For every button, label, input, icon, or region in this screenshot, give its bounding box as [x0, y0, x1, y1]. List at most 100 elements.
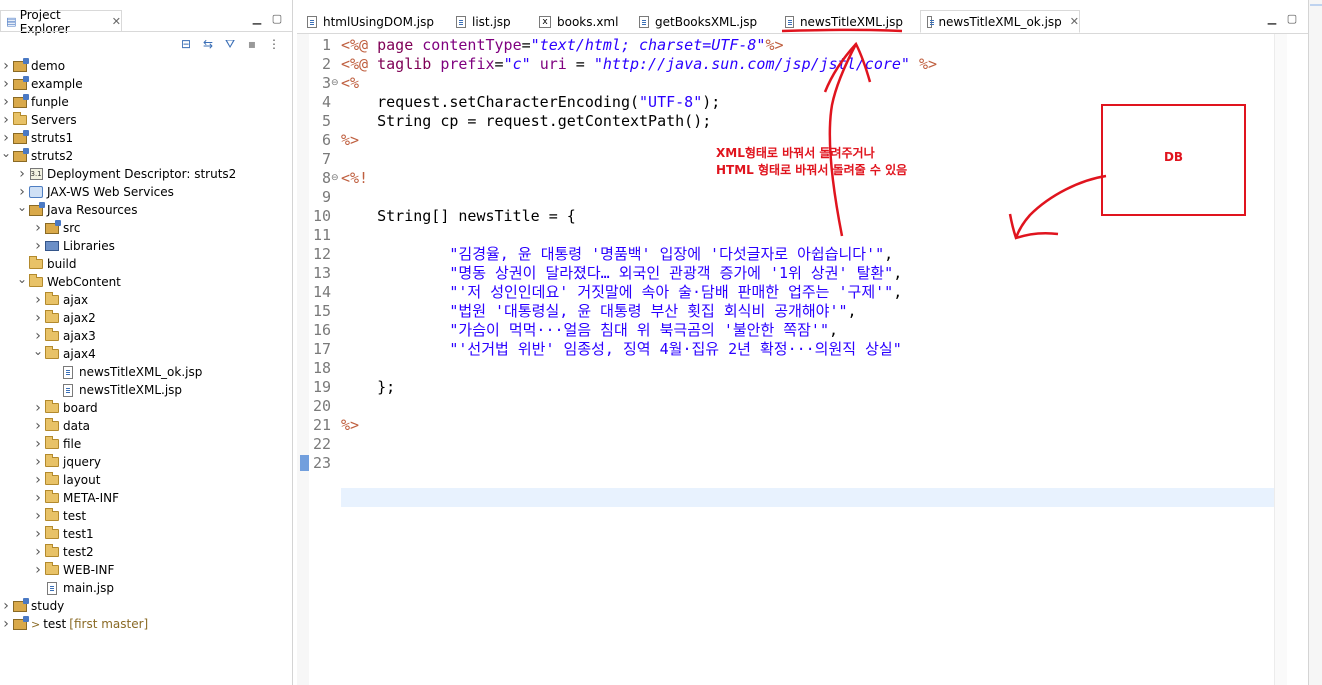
chevron-right-icon[interactable]: › — [0, 598, 12, 614]
tree-item[interactable]: › ajax — [0, 291, 292, 309]
editor-tab[interactable]: newsTitleXML.jsp — [779, 10, 903, 33]
tree-item[interactable]: › META-INF — [0, 489, 292, 507]
tree-item[interactable]: › WEB-INF — [0, 561, 292, 579]
tree-item-label: board — [63, 401, 98, 415]
view-tab-underline — [0, 31, 292, 32]
code-editor[interactable]: <%@ page contentType="text/html; charset… — [341, 34, 1274, 685]
tree-item[interactable]: ⌄ ajax4 — [0, 345, 292, 363]
editor-overview-ruler[interactable] — [1274, 34, 1287, 685]
tree-item[interactable]: › funple — [0, 93, 292, 111]
chevron-down-icon[interactable]: ⌄ — [16, 273, 28, 285]
chevron-right-icon[interactable]: › — [0, 130, 12, 146]
editor-tab[interactable]: htmlUsingDOM.jsp — [301, 10, 441, 33]
tree-item[interactable]: › data — [0, 417, 292, 435]
chevron-right-icon[interactable]: › — [32, 526, 44, 542]
tree-item-label: struts1 — [31, 131, 74, 145]
editor-tab[interactable]: getBooksXML.jsp — [633, 10, 767, 33]
tree-item[interactable]: newsTitleXML_ok.jsp — [0, 363, 292, 381]
tree-item-label: test — [63, 509, 87, 523]
tree-item[interactable]: › ajax2 — [0, 309, 292, 327]
chevron-down-icon[interactable]: ⌄ — [32, 345, 44, 357]
tree-item[interactable]: › demo — [0, 57, 292, 75]
chevron-right-icon[interactable]: › — [32, 436, 44, 452]
tree-item[interactable]: › src — [0, 219, 292, 237]
tree-item[interactable]: › Servers — [0, 111, 292, 129]
chevron-right-icon[interactable]: › — [32, 328, 44, 344]
view-menu-icon[interactable]: ⋮ — [266, 36, 282, 52]
tree-item-label: Deployment Descriptor: struts2 — [47, 167, 237, 181]
close-icon[interactable]: ✕ — [112, 15, 121, 29]
editor-maximize-icon[interactable]: ▢ — [1285, 12, 1299, 26]
collapse-all-icon[interactable]: ⊟ — [178, 36, 194, 52]
editor-tab[interactable]: list.jsp — [450, 10, 522, 33]
libraries-icon — [44, 239, 60, 253]
editor-tab[interactable]: newsTitleXML_ok.jsp ✕ — [920, 10, 1080, 33]
chevron-right-icon[interactable]: › — [0, 76, 12, 92]
tree-item[interactable]: › test2 — [0, 543, 292, 561]
tree-item[interactable]: › layout — [0, 471, 292, 489]
chevron-right-icon[interactable]: › — [32, 418, 44, 434]
code-line: String[] newsTitle = { — [341, 207, 576, 226]
chevron-right-icon[interactable]: › — [0, 58, 12, 74]
maximize-icon[interactable]: ▢ — [270, 12, 284, 26]
chevron-down-icon[interactable]: ⌄ — [0, 147, 12, 159]
tree-item[interactable]: › 3.1 Deployment Descriptor: struts2 — [0, 165, 292, 183]
chevron-right-icon[interactable]: › — [32, 472, 44, 488]
chevron-right-icon[interactable]: › — [32, 454, 44, 470]
git-dirty-marker: > — [31, 617, 41, 631]
chevron-right-icon[interactable]: › — [32, 508, 44, 524]
tree-item[interactable]: newsTitleXML.jsp — [0, 381, 292, 399]
fold-collapse-icon[interactable]: ⊖ — [331, 169, 339, 188]
tree-item[interactable]: ⌄ struts2 — [0, 147, 292, 165]
tree-item[interactable]: ⌄ Java Resources — [0, 201, 292, 219]
code-token: ); — [702, 93, 721, 111]
tree-item[interactable]: › ajax3 — [0, 327, 292, 345]
close-tab-icon[interactable]: ✕ — [1070, 15, 1079, 28]
chevron-right-icon[interactable]: › — [0, 94, 12, 110]
chevron-right-icon[interactable]: › — [32, 490, 44, 506]
tree-item-label: ajax — [63, 293, 89, 307]
chevron-right-icon[interactable]: › — [32, 238, 44, 254]
tree-item[interactable]: › example — [0, 75, 292, 93]
project-explorer-tab[interactable]: ▤ Project Explorer ✕ — [0, 8, 122, 36]
folder-icon — [12, 112, 28, 127]
chevron-right-icon[interactable]: › — [32, 562, 44, 578]
editor-tab[interactable]: x books.xml — [533, 10, 621, 33]
tree-item[interactable]: › struts1 — [0, 129, 292, 147]
code-token: request.setCharacterEncoding( — [341, 93, 640, 111]
tree-item[interactable]: › test — [0, 507, 292, 525]
chevron-right-icon[interactable]: › — [16, 184, 28, 200]
chevron-right-icon[interactable]: › — [0, 112, 12, 128]
tree-item[interactable]: › board — [0, 399, 292, 417]
editor-minimize-icon[interactable]: ▁ — [1265, 12, 1279, 26]
tree-item[interactable]: › test1 — [0, 525, 292, 543]
filter-icon[interactable]: ⛛ — [222, 36, 238, 52]
tree-item[interactable]: › study — [0, 597, 292, 615]
chevron-down-icon[interactable]: ⌄ — [16, 201, 28, 213]
chevron-right-icon[interactable]: › — [16, 166, 28, 182]
chevron-right-icon[interactable]: › — [0, 616, 12, 632]
chevron-right-icon[interactable]: › — [32, 310, 44, 326]
tree-item[interactable]: › file — [0, 435, 292, 453]
folder-icon-shape — [45, 346, 59, 359]
fold-collapse-icon[interactable]: ⊖ — [331, 74, 339, 93]
link-with-editor-icon[interactable]: ⇆ — [200, 36, 216, 52]
project-icon-shape — [13, 147, 29, 162]
tree-item[interactable]: ⌄ WebContent — [0, 273, 292, 291]
minimized-view-indicator[interactable] — [1310, 4, 1322, 6]
chevron-right-icon[interactable]: › — [32, 400, 44, 416]
line-number: 3 — [321, 74, 331, 92]
tree-item[interactable]: build — [0, 255, 292, 273]
chevron-right-icon[interactable]: › — [32, 220, 44, 236]
code-token: , — [828, 321, 839, 339]
tree-item[interactable]: › jquery — [0, 453, 292, 471]
chevron-right-icon[interactable]: › — [32, 544, 44, 560]
tree-item[interactable]: main.jsp — [0, 579, 292, 597]
chevron-right-icon[interactable]: › — [32, 292, 44, 308]
tree-item-label: struts2 — [31, 149, 74, 163]
tree-item[interactable]: › JAX-WS Web Services — [0, 183, 292, 201]
minimize-icon[interactable]: ▁ — [250, 12, 264, 26]
tree-item[interactable]: › Libraries — [0, 237, 292, 255]
code-line: <%! — [341, 169, 368, 188]
tree-item[interactable]: › > test [first master] — [0, 615, 292, 633]
